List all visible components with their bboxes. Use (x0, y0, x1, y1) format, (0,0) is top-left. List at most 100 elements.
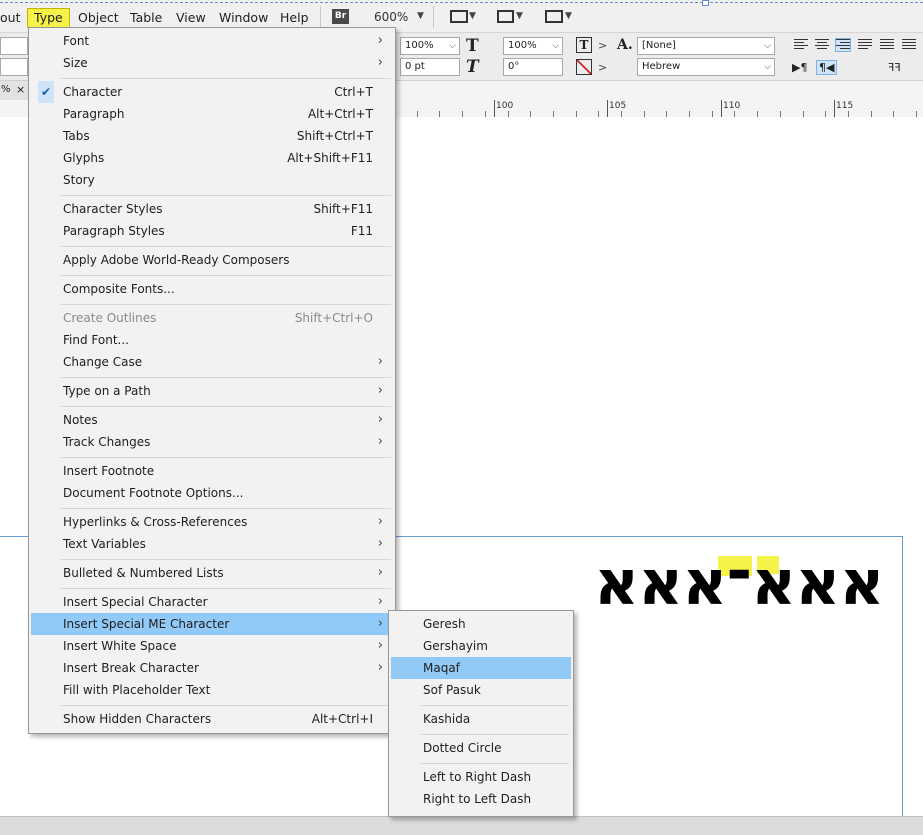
zoom-level[interactable]: 600% (374, 10, 408, 24)
stroke-none-icon[interactable] (576, 59, 592, 75)
baseline-shift-field[interactable]: 0 pt (400, 58, 460, 76)
menu-item-shortcut: Alt+Shift+F11 (287, 151, 373, 165)
menu-item-right-to-left-dash[interactable]: Right to Left Dash (391, 788, 571, 810)
menu-help[interactable]: Help (280, 9, 309, 27)
chevron-down-icon[interactable]: ⌵ (552, 38, 559, 54)
menu-view[interactable]: View (176, 9, 206, 27)
menu-item-label: Geresh (423, 617, 466, 631)
menu-table[interactable]: Table (130, 9, 162, 27)
chevron-down-icon[interactable]: ⌵ (764, 38, 771, 54)
size-field-partial[interactable] (0, 58, 28, 76)
fill-color-icon[interactable]: T (576, 37, 592, 53)
justify-all-icon[interactable] (880, 39, 894, 51)
menu-item-type-on-path[interactable]: Type on a Path › (31, 380, 393, 402)
font-field-partial[interactable] (0, 37, 28, 55)
horizontal-ruler[interactable]: 100 105 110 115 (394, 81, 923, 118)
vertical-scale-field[interactable]: 100% ⌵ (503, 37, 563, 55)
menu-separator (421, 705, 569, 706)
horizontal-scale-field[interactable]: 100% ⌵ (400, 37, 460, 55)
chevron-down-icon[interactable]: ⌵ (449, 38, 456, 54)
chevron-right-icon: › (377, 33, 383, 48)
ruler-major-tick (607, 100, 608, 117)
menu-item-dotted-circle[interactable]: Dotted Circle (391, 737, 571, 759)
menu-window[interactable]: Window (219, 9, 268, 27)
justify-spine-icon[interactable] (902, 39, 916, 51)
menu-layout[interactable]: out (0, 9, 20, 27)
menu-item-track-changes[interactable]: Track Changes › (31, 431, 393, 453)
menu-item-show-hidden-characters[interactable]: Show Hidden Characters Alt+Ctrl+I (31, 708, 393, 730)
frame-handle[interactable] (702, 0, 709, 6)
baseline-shift-value: 0 pt (405, 61, 425, 72)
language-select[interactable]: Hebrew ⌵ (637, 58, 775, 76)
screen-mode-dropdown-icon[interactable]: ▼ (516, 11, 523, 21)
chevron-right-icon[interactable]: > (598, 61, 607, 74)
checkmark-icon: ✔ (38, 81, 54, 103)
menu-item-font[interactable]: Font › (31, 30, 393, 52)
chevron-down-icon[interactable]: ⌵ (764, 59, 771, 75)
menu-item-label: Document Footnote Options... (63, 486, 244, 500)
bridge-icon[interactable]: Br (332, 9, 349, 24)
character-style-select[interactable]: [None] ⌵ (637, 37, 775, 55)
menu-item-character-styles[interactable]: Character Styles Shift+F11 (31, 198, 393, 220)
menu-item-size[interactable]: Size › (31, 52, 393, 74)
menu-item-label: Left to Right Dash (423, 770, 532, 784)
menu-item-world-ready-composers[interactable]: Apply Adobe World-Ready Composers (31, 249, 393, 271)
arrange-dropdown-icon[interactable]: ▼ (565, 11, 572, 21)
justify-icon[interactable] (858, 39, 872, 51)
menu-item-notes[interactable]: Notes › (31, 409, 393, 431)
hebrew-text[interactable]: אאא־אאא (594, 548, 885, 618)
view-options-icon[interactable] (450, 10, 468, 23)
menu-item-tabs[interactable]: Tabs Shift+Ctrl+T (31, 125, 393, 147)
menu-type[interactable]: Type (27, 8, 70, 28)
menu-item-text-variables[interactable]: Text Variables › (31, 533, 393, 555)
menu-item-insert-special-me-character[interactable]: Insert Special ME Character › (31, 613, 393, 635)
rtl-paragraph-icon[interactable]: ¶◀ (816, 60, 838, 75)
view-options-dropdown-icon[interactable]: ▼ (469, 11, 476, 21)
menu-item-label: Composite Fonts... (63, 282, 175, 296)
menu-item-change-case[interactable]: Change Case › (31, 351, 393, 373)
screen-mode-icon[interactable] (497, 10, 514, 23)
menu-item-left-to-right-dash[interactable]: Left to Right Dash (391, 766, 571, 788)
menu-item-footnote-options[interactable]: Document Footnote Options... (31, 482, 393, 504)
menu-separator (61, 457, 391, 458)
zoom-dropdown-icon[interactable]: ▼ (417, 11, 424, 21)
menu-item-fill-placeholder[interactable]: Fill with Placeholder Text (31, 679, 393, 701)
close-icon[interactable]: × (16, 83, 25, 96)
align-center-icon[interactable] (815, 39, 829, 51)
menu-item-label: Insert Footnote (63, 464, 155, 478)
menu-separator (61, 588, 391, 589)
align-right-icon[interactable] (835, 38, 851, 52)
menu-item-hyperlinks[interactable]: Hyperlinks & Cross-References › (31, 511, 393, 533)
menu-item-story[interactable]: Story (31, 169, 393, 191)
menu-item-bulleted-lists[interactable]: Bulleted & Numbered Lists › (31, 562, 393, 584)
align-left-icon[interactable] (794, 39, 808, 51)
menu-item-shortcut: Shift+Ctrl+T (296, 129, 373, 143)
menu-item-sof-pasuk[interactable]: Sof Pasuk (391, 679, 571, 701)
toolbar-separator (433, 6, 434, 28)
status-bar (0, 816, 923, 835)
menu-item-paragraph-styles[interactable]: Paragraph Styles F11 (31, 220, 393, 242)
document-tab[interactable]: % × (0, 81, 31, 100)
menu-item-paragraph[interactable]: Paragraph Alt+Ctrl+T (31, 103, 393, 125)
menu-item-character[interactable]: ✔ Character Ctrl+T (31, 81, 393, 103)
menu-item-insert-footnote[interactable]: Insert Footnote (31, 460, 393, 482)
chevron-right-icon: › (377, 638, 383, 653)
menu-item-gershayim[interactable]: Gershayim (391, 635, 571, 657)
menu-item-find-font[interactable]: Find Font... (31, 329, 393, 351)
menu-item-insert-break-character[interactable]: Insert Break Character › (31, 657, 393, 679)
menu-item-create-outlines: Create Outlines Shift+Ctrl+O (31, 307, 393, 329)
skew-field[interactable]: 0° (503, 58, 563, 76)
ltr-paragraph-icon[interactable]: ▶¶ (792, 61, 807, 74)
menu-item-kashida[interactable]: Kashida (391, 708, 571, 730)
menu-item-insert-special-character[interactable]: Insert Special Character › (31, 591, 393, 613)
menu-item-composite-fonts[interactable]: Composite Fonts... (31, 278, 393, 300)
menu-item-glyphs[interactable]: Glyphs Alt+Shift+F11 (31, 147, 393, 169)
menu-separator (61, 78, 391, 79)
justification-icon[interactable]: ꟻꟻ (888, 61, 901, 74)
menu-item-geresh[interactable]: Geresh (391, 613, 571, 635)
menu-item-maqaf[interactable]: Maqaf (391, 657, 571, 679)
arrange-documents-icon[interactable] (545, 10, 563, 23)
menu-object[interactable]: Object (78, 9, 119, 27)
menu-item-insert-white-space[interactable]: Insert White Space › (31, 635, 393, 657)
chevron-right-icon[interactable]: > (598, 39, 607, 52)
